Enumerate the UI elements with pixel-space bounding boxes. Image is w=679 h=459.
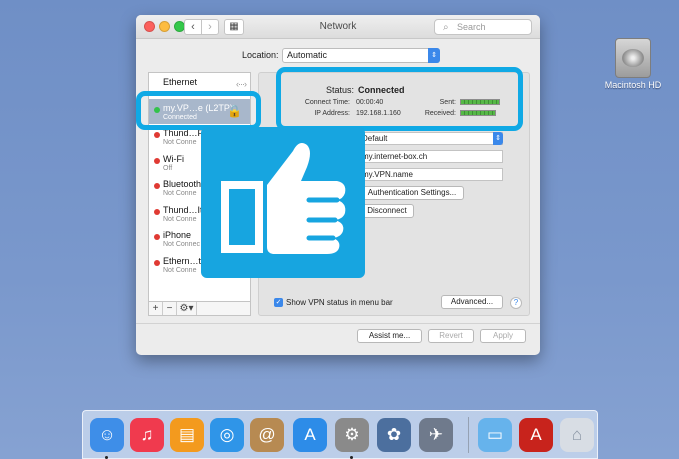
itunes-icon[interactable]: ♫: [130, 418, 164, 452]
search-placeholder: Search: [457, 22, 486, 32]
configuration-value: Default: [362, 134, 388, 143]
location-value: Automatic: [287, 50, 328, 60]
ibooks-icon[interactable]: ▤: [170, 418, 204, 452]
ethernet-icon: ‹···›: [236, 79, 247, 89]
checkmark-icon: ✓: [275, 299, 282, 306]
status-highlight: [276, 67, 523, 131]
safari-icon[interactable]: ◎: [210, 418, 244, 452]
status-dot: [154, 234, 160, 240]
system-preferences-icon[interactable]: ⚙: [335, 418, 369, 452]
acrobat-icon[interactable]: A: [519, 418, 553, 452]
configuration-select[interactable]: Default ⇕: [358, 132, 503, 145]
search-field[interactable]: ⌕ Search: [434, 19, 532, 35]
advanced-button[interactable]: Advanced...: [441, 295, 503, 309]
show-vpn-checkbox[interactable]: ✓: [274, 298, 283, 307]
service-list-toolbar: + − ⚙▾: [148, 301, 251, 316]
thumbs-up-badge: [201, 127, 365, 278]
macintosh-hd-icon[interactable]: Macintosh HD: [602, 38, 664, 90]
app-store-icon[interactable]: A: [293, 418, 327, 452]
status-dot: [154, 183, 160, 189]
select-arrows-icon: ⇕: [493, 132, 503, 145]
status-dot: [154, 132, 160, 138]
contacts-icon[interactable]: @: [250, 418, 284, 452]
server-address-field[interactable]: my.internet-box.ch: [358, 150, 503, 163]
status-dot: [154, 259, 160, 266]
add-service-button[interactable]: +: [149, 302, 163, 315]
iphoto-icon[interactable]: ✿: [377, 418, 411, 452]
hard-drive-icon: [615, 38, 651, 78]
help-button[interactable]: ?: [510, 297, 522, 309]
dock-separator: [468, 417, 469, 453]
launchpad-icon[interactable]: ✈: [419, 418, 453, 452]
thumbs-up-icon: [221, 143, 346, 254]
dock: ☺ ♫ ▤ ◎ @ A ⚙ ✿ ✈ ▭ A ⌂: [82, 410, 598, 459]
title-bar: ‹ › ▦ Network ⌕ Search: [136, 15, 540, 39]
status-dot: [154, 157, 160, 164]
search-icon: ⌕: [443, 22, 449, 33]
location-label: Location:: [242, 50, 279, 60]
drive-label: Macintosh HD: [604, 80, 662, 90]
vpn-service-highlight: [136, 91, 261, 130]
show-vpn-label: Show VPN status in menu bar: [286, 298, 393, 307]
authentication-settings-button[interactable]: Authentication Settings...: [360, 186, 464, 200]
revert-button[interactable]: Revert: [428, 329, 474, 343]
apply-button[interactable]: Apply: [480, 329, 526, 343]
location-select[interactable]: Automatic ⇕: [282, 48, 440, 63]
assist-me-button[interactable]: Assist me...: [357, 329, 422, 343]
disconnect-button[interactable]: Disconnect: [360, 204, 414, 218]
status-dot: [154, 208, 160, 215]
remove-service-button[interactable]: −: [163, 302, 177, 315]
trash-icon[interactable]: ⌂: [560, 418, 594, 452]
footer-divider: [136, 323, 540, 324]
select-arrows-icon: ⇕: [428, 48, 440, 63]
finder-icon[interactable]: ☺: [90, 418, 124, 452]
folder-icon[interactable]: ▭: [478, 418, 512, 452]
action-gear-button[interactable]: ⚙▾: [177, 302, 197, 315]
account-name-field[interactable]: my.VPN.name: [358, 168, 503, 181]
